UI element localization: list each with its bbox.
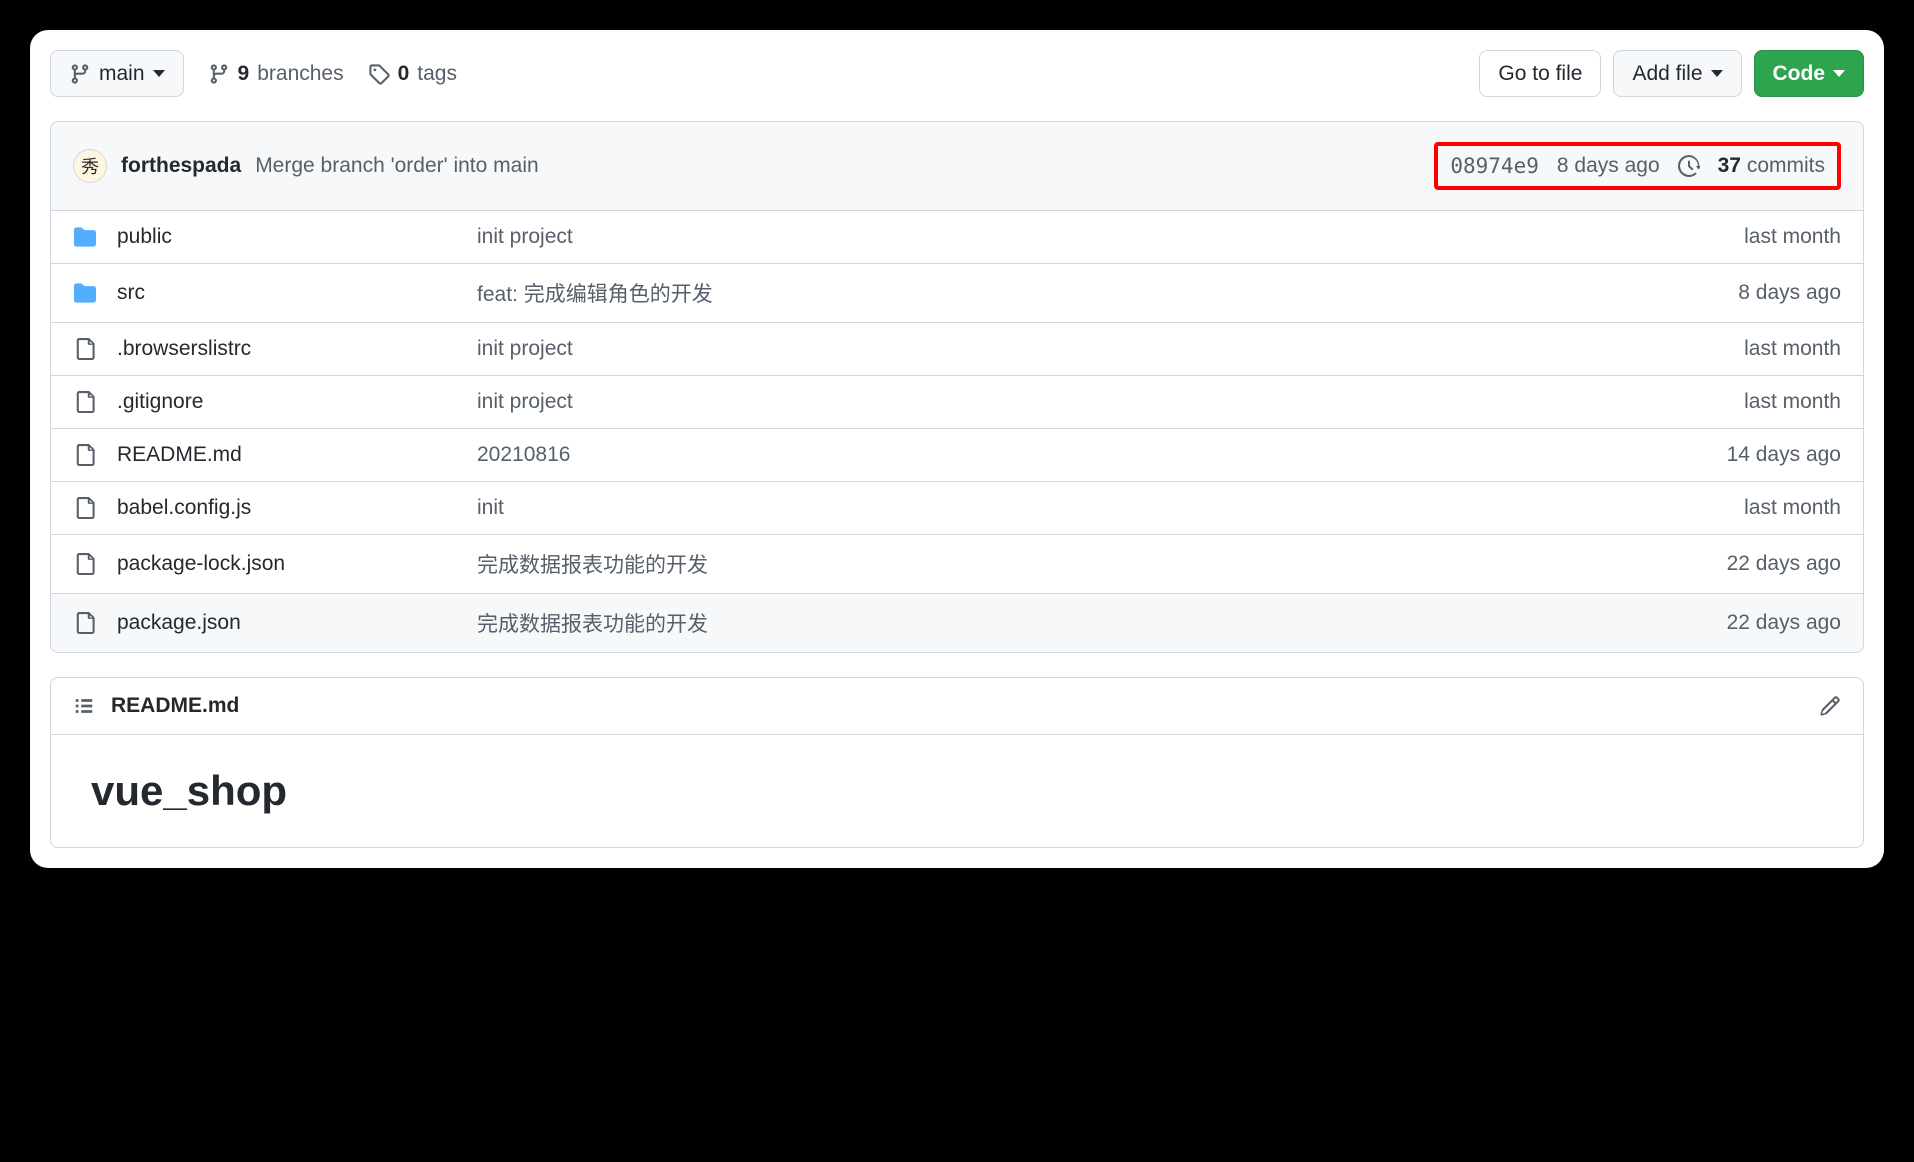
file-commit-msg[interactable]: 完成数据报表功能的开发 [477,549,1707,579]
file-name[interactable]: README.md [117,443,457,467]
file-icon [73,553,97,575]
file-list-box: 秀 forthespada Merge branch 'order' into … [50,121,1864,653]
file-commit-msg[interactable]: init [477,496,1724,520]
file-row[interactable]: src feat: 完成编辑角色的开发 8 days ago [51,264,1863,323]
file-time: last month [1744,496,1841,520]
file-name[interactable]: package.json [117,611,457,635]
edit-readme-button[interactable] [1819,695,1841,717]
branches-count: 9 [238,62,250,86]
branch-icon [208,63,230,85]
file-time: 22 days ago [1727,611,1841,635]
code-button[interactable]: Code [1754,50,1865,97]
file-commit-msg[interactable]: 完成数据报表功能的开发 [477,608,1707,638]
caret-down-icon [153,70,165,77]
tags-label: tags [417,62,457,86]
readme-header: README.md [51,678,1863,735]
avatar[interactable]: 秀 [73,149,107,183]
repo-toolbar: main 9 branches 0 tags Go to file [50,50,1864,97]
commits-count-value: 37 [1718,154,1741,177]
file-row[interactable]: babel.config.js init last month [51,482,1863,535]
file-icon [73,338,97,360]
commit-hash[interactable]: 08974e9 [1450,154,1539,178]
caret-down-icon [1833,70,1845,77]
file-row[interactable]: README.md 20210816 14 days ago [51,429,1863,482]
file-commit-msg[interactable]: init project [477,337,1724,361]
file-time: 8 days ago [1738,281,1841,305]
file-commit-msg[interactable]: 20210816 [477,443,1707,467]
commits-label: commits [1747,154,1825,177]
caret-down-icon [1711,70,1723,77]
go-to-file-button[interactable]: Go to file [1479,50,1601,97]
repo-container: main 9 branches 0 tags Go to file [30,30,1884,868]
file-name[interactable]: babel.config.js [117,496,457,520]
branches-link[interactable]: 9 branches [208,62,344,86]
file-time: last month [1744,337,1841,361]
file-name[interactable]: public [117,225,457,249]
file-row[interactable]: public init project last month [51,211,1863,264]
branch-select-button[interactable]: main [50,50,184,97]
code-label: Code [1773,59,1826,88]
branch-icon [69,63,91,85]
file-name[interactable]: .browserslistrc [117,337,457,361]
file-row[interactable]: .browserslistrc init project last month [51,323,1863,376]
commit-time[interactable]: 8 days ago [1557,154,1660,178]
add-file-button[interactable]: Add file [1613,50,1741,97]
go-to-file-label: Go to file [1498,59,1582,88]
commits-link[interactable]: 37 commits [1718,154,1825,178]
list-icon[interactable] [73,695,95,717]
file-name[interactable]: .gitignore [117,390,457,414]
file-row[interactable]: package-lock.json 完成数据报表功能的开发 22 days ago [51,535,1863,594]
file-time: last month [1744,390,1841,414]
file-commit-msg[interactable]: init project [477,225,1724,249]
file-commit-msg[interactable]: feat: 完成编辑角色的开发 [477,278,1718,308]
latest-commit-bar: 秀 forthespada Merge branch 'order' into … [51,122,1863,211]
commit-author[interactable]: forthespada [121,154,241,178]
history-icon[interactable] [1678,155,1700,177]
file-icon [73,444,97,466]
file-time: 22 days ago [1727,552,1841,576]
file-row[interactable]: package.json 完成数据报表功能的开发 22 days ago [51,594,1863,652]
tags-count: 0 [398,62,410,86]
file-time: last month [1744,225,1841,249]
readme-box: README.md vue_shop [50,677,1864,848]
branch-name: main [99,59,145,88]
folder-icon [73,226,97,248]
toolbar-right: Go to file Add file Code [1479,50,1864,97]
folder-icon [73,282,97,304]
branches-label: branches [257,62,343,86]
file-row[interactable]: .gitignore init project last month [51,376,1863,429]
add-file-label: Add file [1632,59,1702,88]
file-name[interactable]: src [117,281,457,305]
readme-filename[interactable]: README.md [111,694,239,718]
file-icon [73,612,97,634]
file-icon [73,497,97,519]
commit-message[interactable]: Merge branch 'order' into main [255,154,539,178]
readme-body: vue_shop [51,735,1863,847]
tag-icon [368,63,390,85]
file-icon [73,391,97,413]
toolbar-left: main 9 branches 0 tags [50,50,457,97]
commit-meta-highlight: 08974e9 8 days ago 37 commits [1434,142,1841,190]
readme-title: vue_shop [91,767,1823,815]
file-name[interactable]: package-lock.json [117,552,457,576]
file-commit-msg[interactable]: init project [477,390,1724,414]
file-time: 14 days ago [1727,443,1841,467]
tags-link[interactable]: 0 tags [368,62,457,86]
